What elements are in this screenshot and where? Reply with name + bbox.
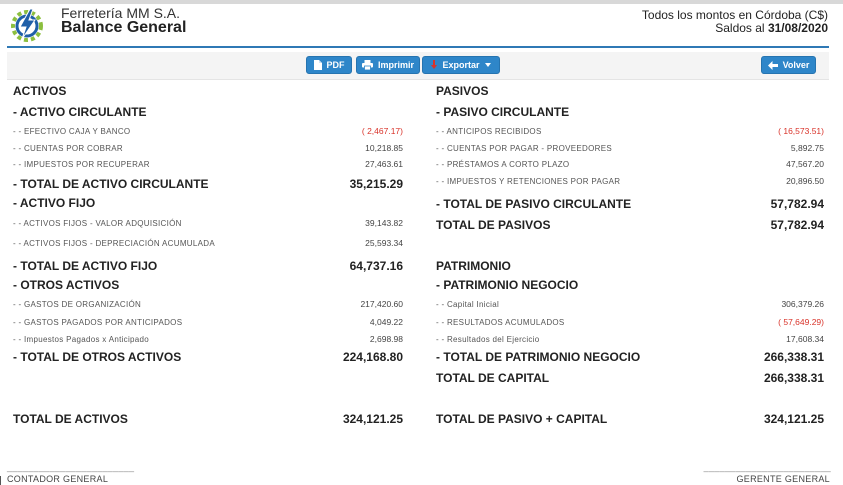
total-capital-value: 266,338.31 — [763, 371, 824, 385]
account-label: - - CUENTAS POR PAGAR - PROVEEDORES — [436, 144, 613, 153]
account-value: 306,379.26 — [781, 299, 824, 309]
caret-down-icon — [484, 63, 491, 67]
account-label: - - Resultados del Ejercicio — [436, 335, 540, 344]
total-activo-fijo-label: - TOTAL DE ACTIVO FIJO — [13, 259, 158, 273]
total-pasivos-value: 57,782.94 — [770, 218, 824, 232]
printer-icon — [361, 60, 373, 70]
account-label: - - PRÉSTAMOS A CORTO PLAZO — [436, 160, 570, 169]
account-label: - - GASTOS DE ORGANIZACIÓN — [13, 300, 142, 309]
account-label: - - RESULTADOS ACUMULADOS — [436, 318, 565, 327]
account-value: 39,143.82 — [365, 218, 403, 228]
otros-activos-title: - OTROS ACTIVOS — [13, 278, 120, 292]
print-button[interactable]: Imprimir — [356, 56, 420, 74]
file-icon — [313, 60, 322, 70]
total-otros-activos-label: - TOTAL DE OTROS ACTIVOS — [13, 350, 182, 364]
total-pasivo-capital-value: 324,121.25 — [763, 412, 824, 426]
activos-heading: ACTIVOS — [13, 84, 67, 98]
total-activo-fijo-value: 64,737.16 — [349, 259, 403, 273]
account-label: - - ANTICIPOS RECIBIDOS — [436, 127, 542, 136]
account-value: 5,892.75 — [790, 143, 824, 153]
account-value: ( 16,573.51) — [778, 126, 824, 136]
export-label: Exportar — [442, 60, 480, 70]
gerente-signature-label: GERENTE GENERAL — [736, 474, 830, 484]
account-label: - - Impuestos Pagados x Anticipado — [13, 335, 150, 344]
balances-label: Saldos al — [715, 21, 768, 35]
total-activos-label: TOTAL DE ACTIVOS — [13, 412, 128, 426]
balances-date: 31/08/2020 — [767, 21, 828, 35]
account-label: - - GASTOS PAGADOS POR ANTICIPADOS — [13, 318, 183, 327]
company-logo — [8, 5, 46, 43]
total-patrimonio-negocio-value: 266,338.31 — [763, 350, 824, 364]
contador-signature-label: CONTADOR GENERAL — [7, 474, 109, 484]
contador-signature-line: ________________________ — [7, 462, 135, 472]
pdf-label: PDF — [326, 60, 345, 70]
account-label: - - IMPUESTOS Y RETENCIONES POR PAGAR — [436, 177, 621, 186]
page-title: Balance General — [61, 19, 187, 36]
pasivos-heading: PASIVOS — [436, 84, 489, 98]
patrimonio-negocio-title: - PATRIMONIO NEGOCIO — [436, 278, 579, 292]
pasivo-circulante-title: - PASIVO CIRCULANTE — [436, 105, 570, 119]
account-value: 25,593.34 — [365, 238, 403, 248]
export-dropdown-button[interactable]: Exportar — [422, 56, 500, 74]
report-info: Todos los montos en Córdoba (C$) Saldos … — [642, 9, 828, 35]
total-pasivo-circulante-value: 57,782.94 — [770, 197, 824, 211]
total-pasivo-capital-label: TOTAL DE PASIVO + CAPITAL — [436, 412, 608, 426]
account-value: ( 57,649.29) — [778, 317, 824, 327]
account-value: 2,698.98 — [369, 334, 403, 344]
account-label: - - ACTIVOS FIJOS - DEPRECIACIÓN ACUMULA… — [13, 239, 215, 248]
arrow-left-icon — [767, 60, 778, 70]
account-label: - - EFECTIVO CAJA Y BANCO — [13, 127, 131, 136]
top-border — [0, 0, 843, 4]
total-pasivo-circulante-label: - TOTAL DE PASIVO CIRCULANTE — [436, 197, 632, 211]
back-button[interactable]: Volver — [761, 56, 816, 74]
gerente-signature-line: ________________________ — [703, 462, 831, 472]
account-value: 17,608.34 — [786, 334, 824, 344]
account-value: 47,567.20 — [786, 159, 824, 169]
account-value: 217,420.60 — [360, 299, 403, 309]
back-label: Volver — [782, 60, 810, 70]
total-activos-value: 324,121.25 — [342, 412, 403, 426]
header-separator — [7, 46, 829, 48]
balances-date-line: Saldos al 31/08/2020 — [642, 22, 828, 35]
account-label: - - CUENTAS POR COBRAR — [13, 144, 124, 153]
total-activo-circulante-value: 35,215.29 — [349, 177, 403, 191]
account-value: 10,218.85 — [365, 143, 403, 153]
patrimonio-heading: PATRIMONIO — [436, 259, 511, 273]
total-activo-circulante-label: - TOTAL DE ACTIVO CIRCULANTE — [13, 177, 209, 191]
activo-circulante-title: - ACTIVO CIRCULANTE — [13, 105, 147, 119]
account-value: ( 2,467.17) — [361, 126, 403, 136]
total-pasivos-label: TOTAL DE PASIVOS — [436, 218, 551, 232]
toolbar: PDF Imprimir Exportar Volver — [7, 52, 829, 80]
total-patrimonio-negocio-label: - TOTAL DE PATRIMONIO NEGOCIO — [436, 350, 641, 364]
account-label: - - IMPUESTOS POR RECUPERAR — [13, 160, 150, 169]
account-value: 4,049.22 — [369, 317, 403, 327]
activo-fijo-title: - ACTIVO FIJO — [13, 196, 96, 210]
total-capital-label: TOTAL DE CAPITAL — [436, 371, 550, 385]
account-value: 20,896.50 — [786, 176, 824, 186]
total-otros-activos-value: 224,168.80 — [342, 350, 403, 364]
export-icon — [431, 60, 438, 69]
account-value: 27,463.61 — [365, 159, 403, 169]
account-label: - - ACTIVOS FIJOS - VALOR ADQUISICIÓN — [13, 219, 182, 228]
pdf-button[interactable]: PDF — [306, 56, 352, 74]
left-edge-marker — [0, 476, 1, 485]
account-label: - - Capital Inicial — [436, 300, 500, 309]
print-label: Imprimir — [377, 60, 414, 70]
